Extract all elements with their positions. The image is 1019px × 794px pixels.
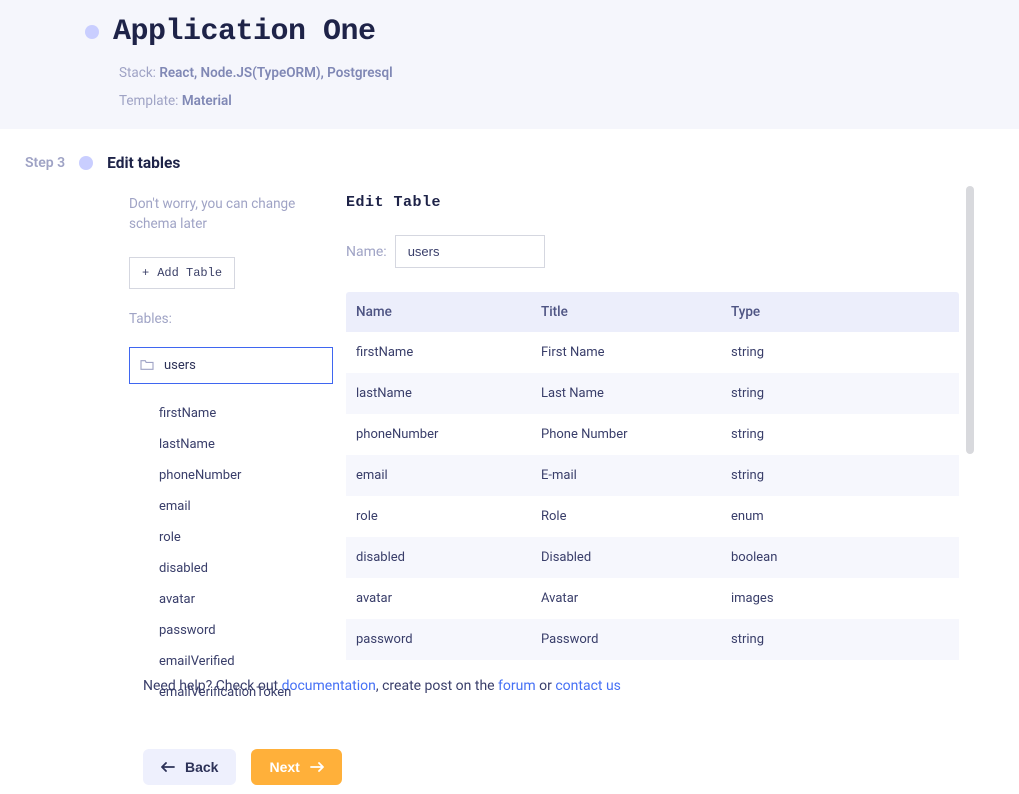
edit-table-title: Edit Table <box>346 194 959 211</box>
field-item[interactable]: password <box>159 615 344 646</box>
header: Application One Stack: React, Node.JS(Ty… <box>0 0 1019 129</box>
field-item[interactable]: disabled <box>159 553 344 584</box>
td-name: password <box>356 632 541 647</box>
field-item[interactable]: lastName <box>159 429 344 460</box>
field-item[interactable]: emailVerificationToken <box>159 677 344 708</box>
td-type: enum <box>731 509 949 524</box>
th-title: Title <box>541 304 731 320</box>
table-row[interactable]: phoneNumber Phone Number string <box>346 414 959 455</box>
field-item[interactable]: emailVerified <box>159 646 344 677</box>
field-item[interactable]: firstName <box>159 398 344 429</box>
section-title: Edit tables <box>107 154 180 172</box>
td-title: Last Name <box>541 386 731 401</box>
td-type: string <box>731 632 949 647</box>
table-item-label: users <box>164 358 196 373</box>
title-dot-icon <box>85 25 99 39</box>
field-item[interactable]: email <box>159 491 344 522</box>
td-title: Disabled <box>541 550 731 565</box>
td-title: Avatar <box>541 591 731 606</box>
table-row[interactable]: password Password string <box>346 619 959 660</box>
next-button[interactable]: Next <box>251 749 341 785</box>
app-title: Application One <box>113 15 376 49</box>
template-meta: Template: Material <box>119 93 1019 109</box>
th-name: Name <box>356 304 541 320</box>
folder-icon <box>140 359 154 371</box>
step-label: Step 3 <box>25 155 65 171</box>
tables-label: Tables: <box>129 311 344 327</box>
step-dot-icon <box>79 156 93 170</box>
table-name-input[interactable] <box>395 235 545 268</box>
td-type: string <box>731 386 949 401</box>
next-label: Next <box>269 759 299 775</box>
td-type: string <box>731 345 949 360</box>
td-title: Password <box>541 632 731 647</box>
td-name: firstName <box>356 345 541 360</box>
td-name: email <box>356 468 541 483</box>
back-button[interactable]: Back <box>143 749 236 785</box>
table-row[interactable]: email E-mail string <box>346 455 959 496</box>
back-label: Back <box>185 759 218 775</box>
td-type: boolean <box>731 550 949 565</box>
plus-icon: + <box>142 266 149 280</box>
hint-text: Don't worry, you can change schema later <box>129 194 344 235</box>
arrow-left-icon <box>161 762 175 772</box>
add-table-button[interactable]: + Add Table <box>129 257 235 289</box>
field-list: firstName lastName phoneNumber email rol… <box>159 398 344 708</box>
field-item[interactable]: role <box>159 522 344 553</box>
right-panel: Edit Table Name: Name Title Type firstNa… <box>346 194 1019 660</box>
fields-table: Name Title Type firstName First Name str… <box>346 292 959 660</box>
table-item-users[interactable]: users <box>129 347 333 384</box>
td-name: disabled <box>356 550 541 565</box>
field-item[interactable]: avatar <box>159 584 344 615</box>
footer-buttons: Back Next <box>25 694 1019 785</box>
forum-link[interactable]: forum <box>498 678 536 694</box>
field-item[interactable]: phoneNumber <box>159 460 344 491</box>
left-panel: Don't worry, you can change schema later… <box>129 194 344 660</box>
stack-label: Stack: <box>119 65 156 81</box>
td-name: phoneNumber <box>356 427 541 442</box>
name-label: Name: <box>346 244 387 260</box>
td-type: string <box>731 427 949 442</box>
td-title: Phone Number <box>541 427 731 442</box>
th-type: Type <box>731 304 949 320</box>
td-type: string <box>731 468 949 483</box>
template-value: Material <box>182 93 232 109</box>
contact-us-link[interactable]: contact us <box>555 678 621 694</box>
table-row[interactable]: role Role enum <box>346 496 959 537</box>
stack-value: React, Node.JS(TypeORM), Postgresql <box>159 65 392 81</box>
add-table-label: Add Table <box>157 266 222 280</box>
template-label: Template: <box>119 93 178 109</box>
td-name: role <box>356 509 541 524</box>
td-name: lastName <box>356 386 541 401</box>
td-name: avatar <box>356 591 541 606</box>
arrow-right-icon <box>310 762 324 772</box>
stack-meta: Stack: React, Node.JS(TypeORM), Postgres… <box>119 65 1019 81</box>
td-title: First Name <box>541 345 731 360</box>
td-title: Role <box>541 509 731 524</box>
table-header: Name Title Type <box>346 292 959 332</box>
table-row[interactable]: firstName First Name string <box>346 332 959 373</box>
main-section: Step 3 Edit tables Don't worry, you can … <box>0 129 1019 785</box>
table-row[interactable]: disabled Disabled boolean <box>346 537 959 578</box>
td-type: images <box>731 591 949 606</box>
table-row[interactable]: lastName Last Name string <box>346 373 959 414</box>
scrollbar[interactable] <box>966 186 974 454</box>
help-mid1: , create post on the <box>376 678 498 694</box>
td-title: E-mail <box>541 468 731 483</box>
help-mid2: or <box>536 678 556 694</box>
table-row[interactable]: avatar Avatar images <box>346 578 959 619</box>
